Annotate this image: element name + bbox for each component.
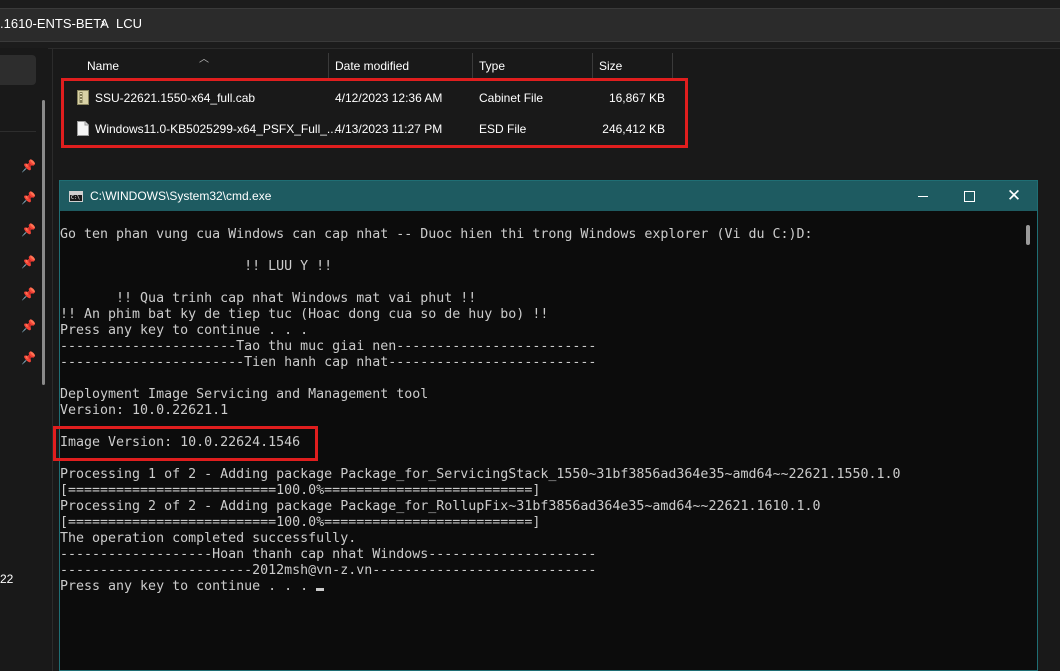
column-header-type[interactable]: Type: [479, 59, 505, 73]
column-header-size[interactable]: Size: [599, 59, 622, 73]
column-header-date[interactable]: Date modified: [335, 59, 409, 73]
nav-scrollbar[interactable]: [42, 100, 45, 385]
file-date: 4/13/2023 11:27 PM: [335, 122, 443, 136]
console-line: !! An phim bat ky de tiep tuc (Hoac dong…: [60, 307, 549, 322]
console-line: Processing 2 of 2 - Adding package Packa…: [60, 499, 821, 514]
file-size: 246,412 KB: [602, 122, 665, 136]
console-line: Deployment Image Servicing and Managemen…: [60, 387, 429, 402]
console-line: The operation completed successfully.: [60, 531, 357, 546]
file-date: 4/12/2023 12:36 AM: [335, 91, 443, 105]
minimize-icon: [918, 196, 928, 197]
cmd-window[interactable]: C:\ C:\WINDOWS\System32\cmd.exe ✕ Go ten…: [59, 180, 1038, 671]
column-header-name[interactable]: Name: [87, 59, 119, 73]
file-size: 16,867 KB: [608, 91, 665, 105]
pin-icon[interactable]: 📌: [21, 255, 36, 269]
console-output[interactable]: Go ten phan vung cua Windows can cap nha…: [60, 211, 1020, 670]
nav-selected-item[interactable]: [0, 55, 36, 85]
console-line: Press any key to continue . . .: [60, 579, 901, 595]
console-line: Processing 1 of 2 - Adding package Packa…: [60, 467, 901, 482]
file-type: Cabinet File: [479, 91, 544, 105]
console-line: [==========================100.0%=======…: [60, 515, 541, 530]
console-text: Go ten phan vung cua Windows can cap nha…: [60, 227, 901, 595]
close-icon: ✕: [1006, 186, 1022, 205]
file-row[interactable]: Windows11.0-KB5025299-x64_PSFX_Full_... …: [65, 114, 680, 142]
breadcrumb: [0, 8, 1060, 42]
breadcrumb-chevron-icon: ›: [101, 15, 106, 30]
console-line: Image Version: 10.0.22624.1546: [60, 435, 301, 450]
console-line: !! LUU Y !!: [60, 259, 333, 274]
cmd-titlebar[interactable]: C:\ C:\WINDOWS\System32\cmd.exe ✕: [60, 181, 1037, 211]
file-row[interactable]: SSU-22621.1550-x64_full.cab 4/12/2023 12…: [65, 83, 680, 111]
minimize-button[interactable]: [900, 181, 946, 211]
maximize-button[interactable]: [946, 181, 992, 211]
console-line: -----------------------Tien hanh cap nha…: [60, 355, 597, 370]
column-divider[interactable]: [592, 53, 593, 79]
column-headers: Name Date modified Type Size: [53, 50, 1060, 79]
column-divider[interactable]: [672, 53, 673, 79]
cmd-icon-label: C:\: [71, 195, 81, 201]
pin-icon[interactable]: 📌: [21, 319, 36, 333]
nav-divider: [0, 131, 36, 132]
text-cursor: [316, 588, 325, 591]
console-line: !! Qua trinh cap nhat Windows mat vai ph…: [60, 291, 477, 306]
console-line: Version: 10.0.22621.1: [60, 403, 229, 418]
file-type: ESD File: [479, 122, 527, 136]
address-bar[interactable]: .1610-ENTS-BETA › LCU: [0, 0, 1060, 49]
file-name: Windows11.0-KB5025299-x64_PSFX_Full_...: [95, 122, 337, 136]
navigation-pane: 📌 📌 📌 📌 📌 📌 📌 22: [0, 48, 48, 671]
pin-icon[interactable]: 📌: [21, 191, 36, 205]
cmd-icon: C:\: [69, 191, 83, 202]
breadcrumb-folder-lcu[interactable]: LCU: [116, 16, 142, 31]
console-line: -------------------Hoan thanh cap nhat W…: [60, 547, 597, 562]
breadcrumb-folder-ents-beta[interactable]: .1610-ENTS-BETA: [0, 16, 109, 31]
pin-icon[interactable]: 📌: [21, 351, 36, 365]
console-line: [==========================100.0%=======…: [60, 483, 541, 498]
pin-icon[interactable]: 📌: [21, 223, 36, 237]
console-scrollbar-thumb[interactable]: [1026, 225, 1030, 245]
window-title: C:\WINDOWS\System32\cmd.exe: [90, 189, 272, 203]
column-divider[interactable]: [472, 53, 473, 79]
console-line: Press any key to continue . . .: [60, 323, 309, 338]
pane-splitter[interactable]: [52, 48, 53, 671]
nav-item-partial-label[interactable]: 22: [0, 572, 13, 586]
console-line: ----------------------Tao thu muc giai n…: [60, 339, 597, 354]
console-line: ------------------------2012msh@vn-z.vn-…: [60, 563, 597, 578]
cabinet-file-icon: [77, 90, 89, 105]
maximize-icon: [964, 191, 975, 202]
console-line: Go ten phan vung cua Windows can cap nha…: [60, 227, 813, 242]
document-file-icon: [77, 121, 89, 136]
close-button[interactable]: ✕: [991, 181, 1037, 211]
pin-icon[interactable]: 📌: [21, 287, 36, 301]
file-name: SSU-22621.1550-x64_full.cab: [95, 91, 256, 105]
pin-icon[interactable]: 📌: [21, 159, 36, 173]
column-divider[interactable]: [328, 53, 329, 79]
